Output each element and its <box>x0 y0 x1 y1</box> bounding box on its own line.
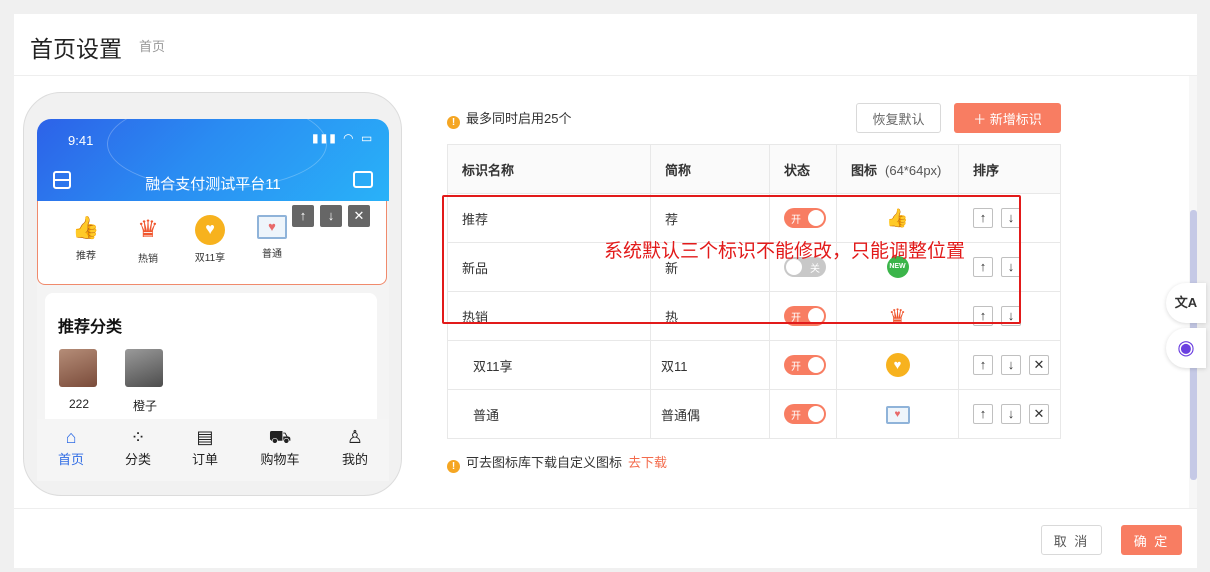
tab-orders[interactable]: ▤ 订单 <box>180 425 230 468</box>
col-short: 简称 <box>650 144 770 194</box>
delete-button[interactable]: ✕ <box>1029 355 1049 375</box>
grid-icon: ⁘ <box>130 427 146 447</box>
notice-text: 最多同时启用25个 <box>466 111 572 126</box>
restore-default-button[interactable]: 恢复默认 <box>856 103 941 133</box>
tag-name: 普通 <box>447 389 651 439</box>
phone-header: 9:41 ▮▮▮ ◠ ▭ 融合支付测试平台11 <box>37 119 389 201</box>
preview-icon-double11[interactable]: ♥ 双11享 <box>180 215 240 264</box>
table-row: 普通 普通偶 开 ♥ ↑ ↓ ✕ <box>447 389 1061 439</box>
tag-icons-preview[interactable]: 👍 推荐 ♛ 热销 ♥ 双11享 ♥ 普通 ↑ ↓ ✕ <box>37 201 387 285</box>
status-toggle[interactable]: 开 <box>784 355 826 375</box>
breadcrumb[interactable]: 首页 <box>139 36 165 55</box>
move-down-button[interactable]: ↓ <box>1001 355 1021 375</box>
toggle-knob <box>808 406 824 422</box>
sort-cell: ↑ ↓ ✕ <box>958 340 1061 390</box>
icon-cell: ♥ <box>836 340 959 390</box>
status-cell: 开 <box>769 389 837 439</box>
annotation-text: 系统默认三个标识不能修改，只能调整位置 <box>604 241 966 262</box>
recommend-item[interactable]: 222 <box>59 349 99 411</box>
tab-category[interactable]: ⁘ 分类 <box>113 425 163 468</box>
col-icon-label: 图标 <box>851 162 878 178</box>
toggle-text: 开 <box>791 362 801 373</box>
assistant-icon[interactable]: ◉ <box>1166 328 1206 368</box>
preview-icon-label: 热销 <box>138 254 158 265</box>
tag-short: 双11 <box>650 340 770 390</box>
delete-button[interactable]: ✕ <box>1029 404 1049 424</box>
preview-icon-hot[interactable]: ♛ 热销 <box>118 215 178 265</box>
move-up-button[interactable]: ↑ <box>973 404 993 424</box>
toggle-knob <box>808 357 824 373</box>
tab-label: 我的 <box>341 452 368 467</box>
preview-icon-label: 推荐 <box>76 251 96 262</box>
add-tag-button[interactable]: ＋ 新增标识 <box>954 103 1061 133</box>
confirm-button[interactable]: 确 定 <box>1121 525 1182 555</box>
tag-short: 普通偶 <box>650 389 770 439</box>
cart-icon: ⛟ <box>268 427 292 447</box>
tip-text: 可去图标库下载自定义图标 <box>466 455 623 470</box>
app-title: 融合支付测试平台11 <box>145 176 281 193</box>
recommend-item-label: 橙子 <box>132 399 157 413</box>
category-thumbnail <box>125 349 163 387</box>
download-tip: ! 可去图标库下载自定义图标 去下载 <box>447 452 667 473</box>
recommend-item-label: 222 <box>68 397 90 411</box>
status-icons: ▮▮▮ ◠ ▭ <box>312 131 375 145</box>
tab-home[interactable]: ⌂ 首页 <box>46 425 96 468</box>
translate-icon[interactable]: 文A <box>1166 283 1206 323</box>
col-name: 标识名称 <box>447 144 651 194</box>
bottom-tabbar: ⌂ 首页 ⁘ 分类 ▤ 订单 ⛟ 购物车 ♙ 我的 <box>37 419 389 481</box>
preview-icon-label: 普通 <box>262 249 282 260</box>
warning-icon: ! <box>447 116 460 129</box>
move-up-button[interactable]: ↑ <box>292 205 314 227</box>
col-icon: 图标 (64*64px) <box>836 144 959 194</box>
table-row: 双11享 双11 开 ♥ ↑ ↓ ✕ <box>447 340 1061 390</box>
tab-label: 订单 <box>191 452 218 467</box>
clipboard-icon: ▤ <box>196 427 214 447</box>
toggle-text: 开 <box>791 411 801 422</box>
tab-label: 分类 <box>124 452 151 467</box>
preview-icon-recommend[interactable]: 👍 推荐 <box>56 215 116 262</box>
dialog-footer: 取 消 确 定 <box>14 508 1197 568</box>
category-thumbnail <box>59 349 97 387</box>
limit-notice: ! 最多同时启用25个 <box>447 108 571 129</box>
preview-icon-label: 双11享 <box>194 253 226 264</box>
tag-name: 双11享 <box>447 340 651 390</box>
tab-cart[interactable]: ⛟ 购物车 <box>255 425 305 468</box>
col-status: 状态 <box>769 144 837 194</box>
col-icon-hint: (64*64px) <box>885 162 942 178</box>
sort-cell: ↑ ↓ ✕ <box>958 389 1061 439</box>
status-cell: 开 <box>769 340 837 390</box>
warning-icon: ! <box>447 460 460 473</box>
move-up-button[interactable]: ↑ <box>973 355 993 375</box>
crown-icon: ♛ <box>137 216 159 243</box>
phone-screen: 9:41 ▮▮▮ ◠ ▭ 融合支付测试平台11 👍 推荐 ♛ 热销 ♥ 双11享… <box>37 119 389 481</box>
status-toggle[interactable]: 开 <box>784 404 826 424</box>
status-time: 9:41 <box>68 133 94 148</box>
recommend-title: 推荐分类 <box>58 319 123 336</box>
remove-button[interactable]: ✕ <box>348 205 370 227</box>
page-header: 首页设置 首页 <box>14 14 1197 76</box>
move-down-button[interactable]: ↓ <box>320 205 342 227</box>
icon-cell: ♥ <box>836 389 959 439</box>
tab-label: 首页 <box>57 452 84 467</box>
move-down-button[interactable]: ↓ <box>1001 404 1021 424</box>
heart-badge-icon: ♥ <box>195 215 225 245</box>
tab-label: 购物车 <box>260 452 300 467</box>
page-title: 首页设置 <box>30 36 122 62</box>
card-heart-icon: ♥ <box>257 215 287 239</box>
user-icon: ♙ <box>346 427 364 447</box>
thumbs-up-icon: 👍 <box>72 215 100 240</box>
card-heart-icon[interactable]: ♥ <box>885 405 910 424</box>
table-header-row: 标识名称 简称 状态 图标 (64*64px) 排序 <box>447 144 1061 194</box>
cancel-button[interactable]: 取 消 <box>1041 525 1102 555</box>
recommend-item[interactable]: 橙子 <box>125 349 165 414</box>
col-sort: 排序 <box>958 144 1061 194</box>
home-icon: ⌂ <box>65 427 77 447</box>
download-link[interactable]: 去下载 <box>628 455 667 470</box>
tab-mine[interactable]: ♙ 我的 <box>330 425 380 468</box>
message-icon[interactable] <box>353 171 373 188</box>
heart-badge-icon[interactable]: ♥ <box>885 353 910 377</box>
